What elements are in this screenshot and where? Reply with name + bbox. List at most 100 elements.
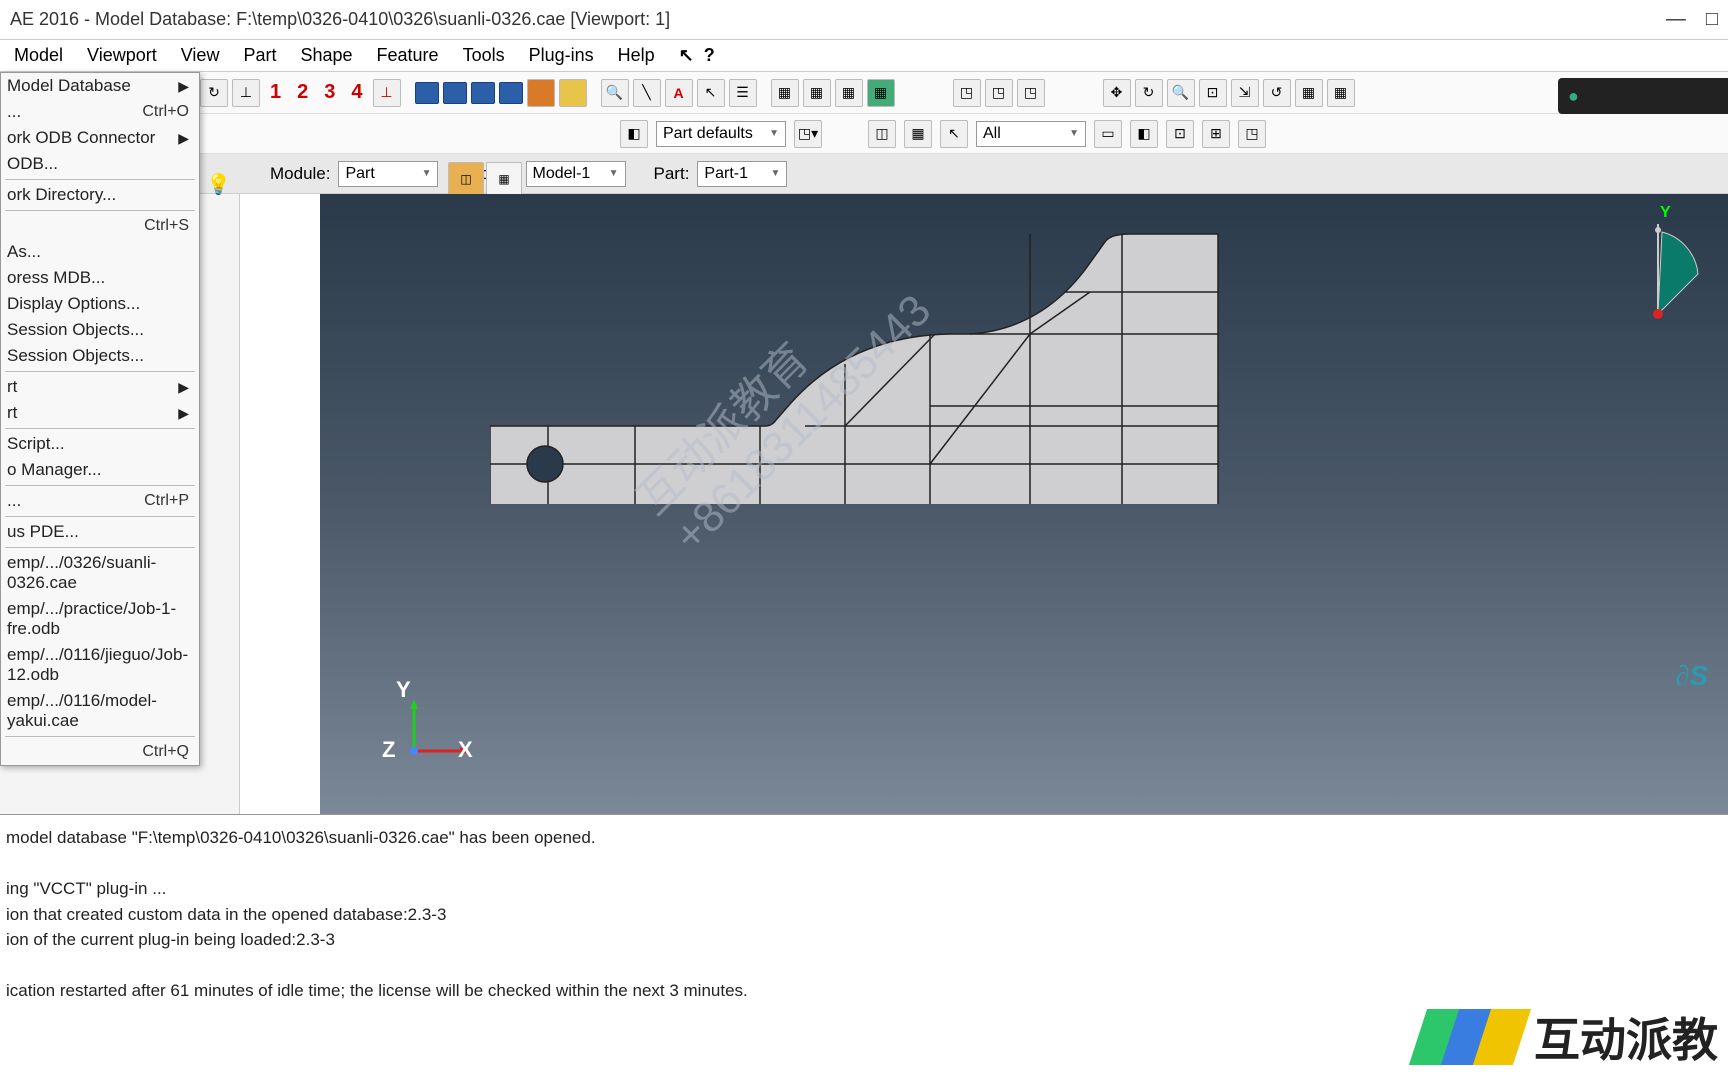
minimize-button[interactable]: — <box>1666 8 1686 31</box>
menu-export[interactable]: rt▶ <box>1 400 199 426</box>
box-wire-icon[interactable]: ◳ <box>953 79 981 107</box>
pointer-icon[interactable]: ↖ <box>697 79 725 107</box>
menu-abaqus-pde[interactable]: us PDE... <box>1 519 199 545</box>
menu-exit[interactable]: Ctrl+Q <box>1 739 199 765</box>
menu-print[interactable]: ...Ctrl+P <box>1 488 199 514</box>
orientation-triad[interactable]: Y <box>1638 204 1708 339</box>
menu-compress-mdb[interactable]: oress MDB... <box>1 265 199 291</box>
menu-save-as[interactable]: As... <box>1 239 199 265</box>
maximize-button[interactable]: □ <box>1706 8 1718 31</box>
viewport[interactable]: 互动派教育 +8618311485443 Y X Z Y <box>320 194 1728 814</box>
microphone-icon: ● <box>1568 86 1579 107</box>
context-help-icon[interactable]: ↖? <box>669 41 735 70</box>
part-select[interactable]: Part-1 <box>697 161 787 187</box>
zoom-icon[interactable]: 🔍 <box>1167 79 1195 107</box>
viewport-layout-1[interactable] <box>415 82 439 104</box>
toolbar-orient-icon[interactable]: ↻ <box>200 79 228 107</box>
menu-save-session[interactable]: Session Objects... <box>1 317 199 343</box>
window-title: AE 2016 - Model Database: F:\temp\0326-0… <box>10 9 670 30</box>
tool-create-part[interactable]: ◫ <box>448 162 484 196</box>
menu-part[interactable]: Part <box>233 41 286 70</box>
tree-icon[interactable]: ☰ <box>729 79 757 107</box>
menu-tools[interactable]: Tools <box>453 41 515 70</box>
context-icon-8[interactable]: ⊞ <box>1202 120 1230 148</box>
context-toolbar: ◧ Part defaults ◳▾ ◫ ▦ ↖ All ▭ ◧ ⊡ ⊞ ◳ <box>0 114 1728 154</box>
context-icon-5[interactable]: ▭ <box>1094 120 1122 148</box>
menu-viewport[interactable]: Viewport <box>77 41 167 70</box>
menu-network-odb[interactable]: ork ODB Connector▶ <box>1 125 199 151</box>
wireframe-icon[interactable]: ▦ <box>771 79 799 107</box>
cycle-icon[interactable]: ↺ <box>1263 79 1291 107</box>
annotation-icon[interactable]: A <box>665 79 693 107</box>
part-geometry <box>490 214 1230 504</box>
viewport-layout-6[interactable] <box>559 79 587 107</box>
context-icon-7[interactable]: ⊡ <box>1166 120 1194 148</box>
filter-select[interactable]: All <box>976 121 1086 147</box>
menu-macro-manager[interactable]: o Manager... <box>1 457 199 483</box>
pan-icon[interactable]: ✥ <box>1103 79 1131 107</box>
view-4[interactable]: 4 <box>345 81 368 104</box>
query-icon[interactable]: 🔍 <box>601 79 629 107</box>
menu-recent-2[interactable]: emp/.../practice/Job-1-fre.odb <box>1 596 199 642</box>
viewport-layout-4[interactable] <box>499 82 523 104</box>
shaded-edge-icon[interactable]: ▦ <box>867 79 895 107</box>
menu-bar: Model Viewport View Part Shape Feature T… <box>0 40 1728 72</box>
grid2-icon[interactable]: ▦ <box>1327 79 1355 107</box>
menu-recent-1[interactable]: emp/.../0326/suanli-0326.cae <box>1 550 199 596</box>
part-label: Part: <box>634 164 690 184</box>
menu-close-odb[interactable]: ODB... <box>1 151 199 177</box>
brand-text: 互动派教 <box>1534 1004 1718 1070</box>
viewport-triad: Y X Z <box>400 699 480 774</box>
menu-model[interactable]: Model <box>4 41 73 70</box>
context-icon-6[interactable]: ◧ <box>1130 120 1158 148</box>
zoom-box-icon[interactable]: ⊡ <box>1199 79 1227 107</box>
menu-display-options[interactable]: Display Options... <box>1 291 199 317</box>
menu-run-script[interactable]: Script... <box>1 431 199 457</box>
defaults-select[interactable]: Part defaults <box>656 121 786 147</box>
menu-plugins[interactable]: Plug-ins <box>519 41 604 70</box>
menu-import[interactable]: rt▶ <box>1 374 199 400</box>
rotate-icon[interactable]: ↻ <box>1135 79 1163 107</box>
context-icon-4[interactable]: ▦ <box>904 120 932 148</box>
viewport-layout-3[interactable] <box>471 82 495 104</box>
message-area[interactable]: model database "F:\temp\0326-0410\0326\s… <box>0 814 1728 1014</box>
view-2[interactable]: 2 <box>291 81 314 104</box>
menu-view[interactable]: View <box>171 41 230 70</box>
context-icon-2[interactable]: ◳▾ <box>794 120 822 148</box>
pointer2-icon[interactable]: ↖ <box>940 120 968 148</box>
shaded-icon[interactable]: ▦ <box>835 79 863 107</box>
model-select[interactable]: Model-1 <box>526 161 626 187</box>
menu-shape[interactable]: Shape <box>290 41 362 70</box>
fit-icon[interactable]: ⇲ <box>1231 79 1259 107</box>
bulb-icon[interactable]: 💡 <box>206 172 231 197</box>
status-line: ion that created custom data in the open… <box>6 902 1722 928</box>
view-1[interactable]: 1 <box>264 81 287 104</box>
context-icon-3[interactable]: ◫ <box>868 120 896 148</box>
tool-part-manager[interactable]: ▦ <box>486 162 522 196</box>
menu-new-model-db[interactable]: Model Database▶ <box>1 73 199 99</box>
hidden-icon[interactable]: ▦ <box>803 79 831 107</box>
toolbar-csys2-icon[interactable]: ⊥ <box>373 79 401 107</box>
filter-label: All <box>983 125 1001 143</box>
toolbar-csys-icon[interactable]: ⊥ <box>232 79 260 107</box>
menu-save[interactable]: Ctrl+S <box>1 213 199 239</box>
line-tool-icon[interactable]: ╲ <box>633 79 661 107</box>
voice-widget[interactable]: ● <box>1558 78 1728 114</box>
menu-recent-4[interactable]: emp/.../0116/model-yakui.cae <box>1 688 199 734</box>
view-3[interactable]: 3 <box>318 81 341 104</box>
menu-help[interactable]: Help <box>608 41 665 70</box>
status-line: model database "F:\temp\0326-0410\0326\s… <box>6 825 1722 851</box>
file-menu-dropdown: Model Database▶ ...Ctrl+O ork ODB Connec… <box>0 72 200 766</box>
menu-work-directory[interactable]: ork Directory... <box>1 182 199 208</box>
context-icon-1[interactable]: ◧ <box>620 120 648 148</box>
viewport-layout-2[interactable] <box>443 82 467 104</box>
viewport-layout-5[interactable] <box>527 79 555 107</box>
context-icon-9[interactable]: ◳ <box>1238 120 1266 148</box>
menu-recent-3[interactable]: emp/.../0116/jieguo/Job-12.odb <box>1 642 199 688</box>
menu-open[interactable]: ...Ctrl+O <box>1 99 199 125</box>
box-hidden-icon[interactable]: ◳ <box>985 79 1013 107</box>
grid1-icon[interactable]: ▦ <box>1295 79 1323 107</box>
menu-load-session[interactable]: Session Objects... <box>1 343 199 369</box>
box-shaded-icon[interactable]: ◳ <box>1017 79 1045 107</box>
menu-feature[interactable]: Feature <box>367 41 449 70</box>
